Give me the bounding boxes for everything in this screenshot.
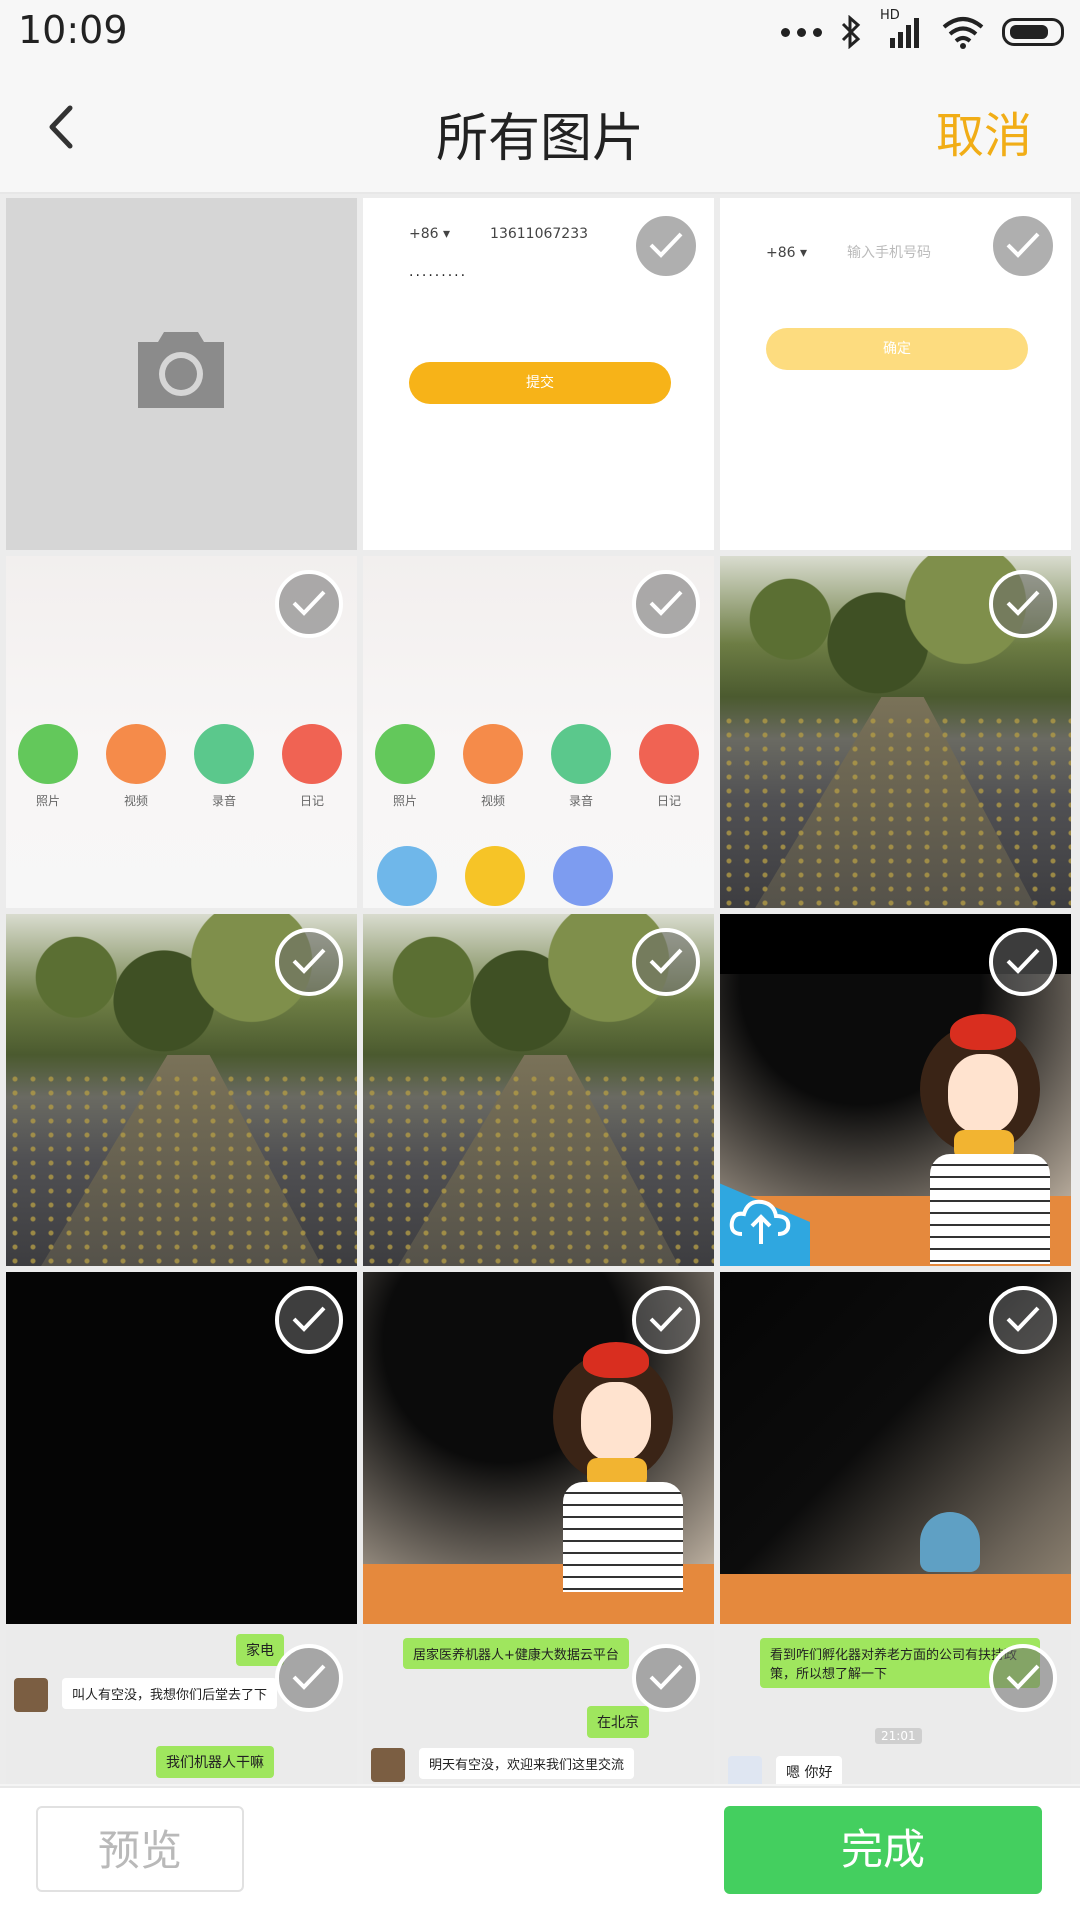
photo-thumbnail[interactable] <box>6 1272 357 1624</box>
select-check-icon[interactable] <box>632 1286 700 1354</box>
select-check-icon[interactable] <box>275 928 343 996</box>
select-check-icon[interactable] <box>989 1644 1057 1712</box>
battery-icon <box>1002 18 1064 46</box>
photo-thumbnail[interactable]: 照片 视频 录音 日记 <box>6 556 357 908</box>
chat-bubble: 在北京 <box>587 1706 649 1738</box>
video-icon <box>463 724 523 784</box>
chat-bubble: 嗯 你好 <box>776 1756 843 1784</box>
select-check-icon[interactable] <box>989 212 1057 280</box>
cloud-upload-icon <box>729 1199 791 1244</box>
photo-thumbnail[interactable]: +86 ▾ 输入手机号码 确定 <box>720 198 1071 550</box>
camera-icon <box>138 332 224 408</box>
thumb-submit-button: 提交 <box>409 362 671 404</box>
mic-icon <box>194 724 254 784</box>
chat-bubble: 我们机器人干嘛 <box>156 1746 274 1778</box>
select-check-icon[interactable] <box>989 570 1057 638</box>
select-check-icon[interactable] <box>632 1644 700 1712</box>
header: 所有图片 取消 <box>0 62 1080 194</box>
photo-thumbnail[interactable]: 居家医养机器人+健康大数据云平台 在北京 明天有空没，欢迎来我们这里交流 <box>363 1630 714 1784</box>
photo-thumbnail[interactable]: +86 ▾ 13611067233 ········· 提交 <box>363 198 714 550</box>
photo-thumbnail[interactable] <box>6 914 357 1266</box>
photo-thumbnail[interactable]: 看到咋们孵化器对养老方面的公司有扶持政策，所以想了解一下 21:01 嗯 你好 <box>720 1630 1071 1784</box>
thumb-confirm-button: 确定 <box>766 328 1028 370</box>
select-check-icon[interactable] <box>989 1286 1057 1354</box>
wifi-icon <box>942 17 984 49</box>
password-dots: ········· <box>409 268 468 284</box>
phone-placeholder: 输入手机号码 <box>847 245 932 261</box>
photo-thumbnail[interactable] <box>720 914 1071 1266</box>
avatar <box>14 1678 48 1712</box>
chat-bubble: 家电 <box>236 1634 284 1666</box>
country-code: +86 ▾ <box>409 226 451 242</box>
camera-tile[interactable] <box>6 198 357 550</box>
chat-bubble: 居家医养机器人+健康大数据云平台 <box>403 1638 629 1669</box>
video-icon <box>106 724 166 784</box>
mic-icon <box>551 724 611 784</box>
menu-label: 日记 <box>299 794 324 808</box>
photo-thumbnail[interactable]: 照片 视频 录音 日记 <box>363 556 714 908</box>
avatar <box>371 1748 405 1782</box>
chat-bubble: 叫人有空没，我想你们后堂去了下 <box>62 1678 278 1709</box>
select-check-icon[interactable] <box>275 570 343 638</box>
film-icon <box>553 846 613 906</box>
menu-label: 视频 <box>123 794 148 808</box>
photo-icon <box>18 724 78 784</box>
diary-icon <box>639 724 699 784</box>
menu-label: 视频 <box>480 794 505 808</box>
status-time: 10:09 <box>18 8 128 52</box>
menu-label: 照片 <box>35 794 60 808</box>
photo-grid: +86 ▾ 13611067233 ········· 提交 +86 ▾ 输入手机号… <box>0 194 1080 1784</box>
photo-thumbnail[interactable] <box>720 556 1071 908</box>
page-title: 所有图片 <box>435 109 644 169</box>
photo-icon <box>375 724 435 784</box>
phone-number: 13611067233 <box>490 226 589 242</box>
country-code: +86 ▾ <box>766 245 808 261</box>
photo-thumbnail[interactable] <box>363 1272 714 1624</box>
diary-icon <box>282 724 342 784</box>
bottom-bar: 预览 完成 <box>0 1786 1080 1922</box>
menu-label: 日记 <box>656 794 681 808</box>
bluetooth-icon <box>841 15 861 49</box>
menu-label: 录音 <box>568 794 593 808</box>
menu-label: 录音 <box>211 794 236 808</box>
chat-bubble: 明天有空没，欢迎来我们这里交流 <box>419 1748 635 1779</box>
status-bar: 10:09 HD <box>0 0 1080 62</box>
select-check-icon[interactable] <box>275 1286 343 1354</box>
avatar <box>728 1756 762 1784</box>
chat-timestamp: 21:01 <box>875 1728 922 1744</box>
signal-icon: HD <box>880 8 924 50</box>
select-check-icon[interactable] <box>989 928 1057 996</box>
done-button[interactable]: 完成 <box>724 1806 1042 1894</box>
preview-button[interactable]: 预览 <box>36 1806 244 1892</box>
select-check-icon[interactable] <box>275 1644 343 1712</box>
more-dots-icon <box>781 27 822 37</box>
photo-thumbnail[interactable]: 家电 叫人有空没，我想你们后堂去了下 我们机器人干嘛 <box>6 1630 357 1784</box>
cancel-button[interactable]: 取消 <box>936 96 1032 166</box>
book-icon <box>465 846 525 906</box>
select-check-icon[interactable] <box>632 570 700 638</box>
status-icons: HD <box>781 8 1064 54</box>
photo-thumbnail[interactable] <box>720 1272 1071 1624</box>
menu-label: 照片 <box>392 794 417 808</box>
select-check-icon[interactable] <box>632 212 700 280</box>
select-check-icon[interactable] <box>632 928 700 996</box>
photo-thumbnail[interactable] <box>363 914 714 1266</box>
fish-icon <box>377 846 437 906</box>
